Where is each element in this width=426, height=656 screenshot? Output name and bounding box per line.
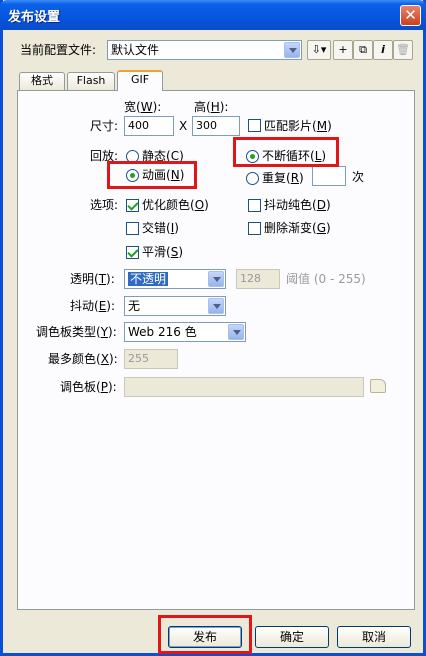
- dither-label: 抖动(E):: [70, 299, 116, 313]
- title-bar[interactable]: 发布设置 ✕: [0, 0, 426, 30]
- threshold-label: 阈值 (0 - 255): [286, 272, 366, 286]
- palette-label: 调色板(P):: [60, 380, 117, 394]
- palette-type-label: 调色板类型(Y):: [36, 325, 117, 339]
- folder-icon[interactable]: [370, 379, 386, 393]
- highlight-animated: [107, 161, 197, 189]
- dither-value: 无: [128, 299, 141, 313]
- window-title: 发布设置: [8, 10, 61, 25]
- max-colors-label: 最多颜色(X):: [48, 352, 118, 366]
- tab-flash[interactable]: Flash: [67, 72, 115, 90]
- optimize-colors-label: 优化颜色(O): [142, 198, 209, 212]
- chevron-down-icon[interactable]: [208, 298, 224, 314]
- highlight-loop: [233, 137, 339, 167]
- repeat-count-input[interactable]: [312, 166, 346, 186]
- transparent-select[interactable]: 不透明: [124, 269, 226, 289]
- x-separator: X: [179, 119, 188, 133]
- gif-settings-panel: 宽(W): 高(H): 尺寸: 400 X 300 匹配影片(M) 回放: 静态…: [17, 90, 415, 610]
- dither-solids-checkbox[interactable]: [248, 199, 261, 212]
- close-icon[interactable]: ✕: [400, 5, 421, 26]
- chevron-down-icon[interactable]: [284, 42, 300, 58]
- smooth-label: 平滑(S): [142, 245, 184, 259]
- dither-select[interactable]: 无: [124, 296, 226, 316]
- ok-button[interactable]: 确定: [255, 626, 329, 648]
- repeat-radio[interactable]: [246, 172, 259, 185]
- transparent-label: 透明(T):: [70, 272, 115, 286]
- match-movie-label: 匹配影片(M): [264, 119, 332, 133]
- palette-input[interactable]: [124, 377, 364, 397]
- interlace-label: 交错(I): [142, 221, 179, 235]
- tab-gif[interactable]: GIF: [117, 70, 163, 91]
- info-icon[interactable]: i: [373, 40, 393, 60]
- chevron-down-icon[interactable]: [228, 324, 244, 340]
- profile-value: 默认文件: [111, 43, 160, 57]
- width-label: 宽(W):: [124, 100, 162, 114]
- threshold-input[interactable]: 128: [236, 269, 280, 289]
- smooth-checkbox[interactable]: [126, 246, 139, 259]
- delete-profile-icon[interactable]: 🗑: [393, 40, 413, 60]
- import-export-icon[interactable]: ⇩▾: [307, 40, 331, 60]
- chevron-down-icon[interactable]: [208, 271, 224, 287]
- duplicate-profile-icon[interactable]: ⧉: [353, 40, 373, 60]
- profile-select[interactable]: 默认文件: [107, 40, 302, 60]
- publish-settings-dialog: 发布设置 ✕ 当前配置文件: 默认文件 ⇩▾ + ⧉ i 🗑 格式 Flash …: [0, 0, 426, 656]
- palette-type-value: Web 216 色: [128, 325, 197, 339]
- cancel-button[interactable]: 取消: [337, 626, 411, 648]
- height-label: 高(H):: [194, 100, 229, 114]
- max-colors-input[interactable]: 255: [124, 349, 178, 369]
- dimensions-label: 尺寸:: [90, 119, 119, 133]
- profile-label: 当前配置文件:: [20, 43, 97, 57]
- palette-type-select[interactable]: Web 216 色: [124, 322, 246, 342]
- publish-button[interactable]: 发布: [168, 626, 242, 648]
- repeat-label: 重复(R): [262, 171, 304, 185]
- height-input[interactable]: 300: [192, 116, 240, 136]
- tab-format[interactable]: 格式: [19, 72, 65, 90]
- width-input[interactable]: 400: [124, 116, 174, 136]
- optimize-colors-checkbox[interactable]: [126, 199, 139, 212]
- options-label: 选项:: [90, 198, 119, 212]
- interlace-checkbox[interactable]: [126, 222, 139, 235]
- transparent-value: 不透明: [128, 272, 169, 286]
- dither-solids-label: 抖动纯色(D): [264, 198, 331, 212]
- times-label: 次: [352, 170, 365, 184]
- remove-gradients-checkbox[interactable]: [248, 222, 261, 235]
- match-movie-checkbox[interactable]: [248, 119, 261, 132]
- remove-gradients-label: 删除渐变(G): [264, 221, 331, 235]
- add-profile-icon[interactable]: +: [333, 40, 353, 60]
